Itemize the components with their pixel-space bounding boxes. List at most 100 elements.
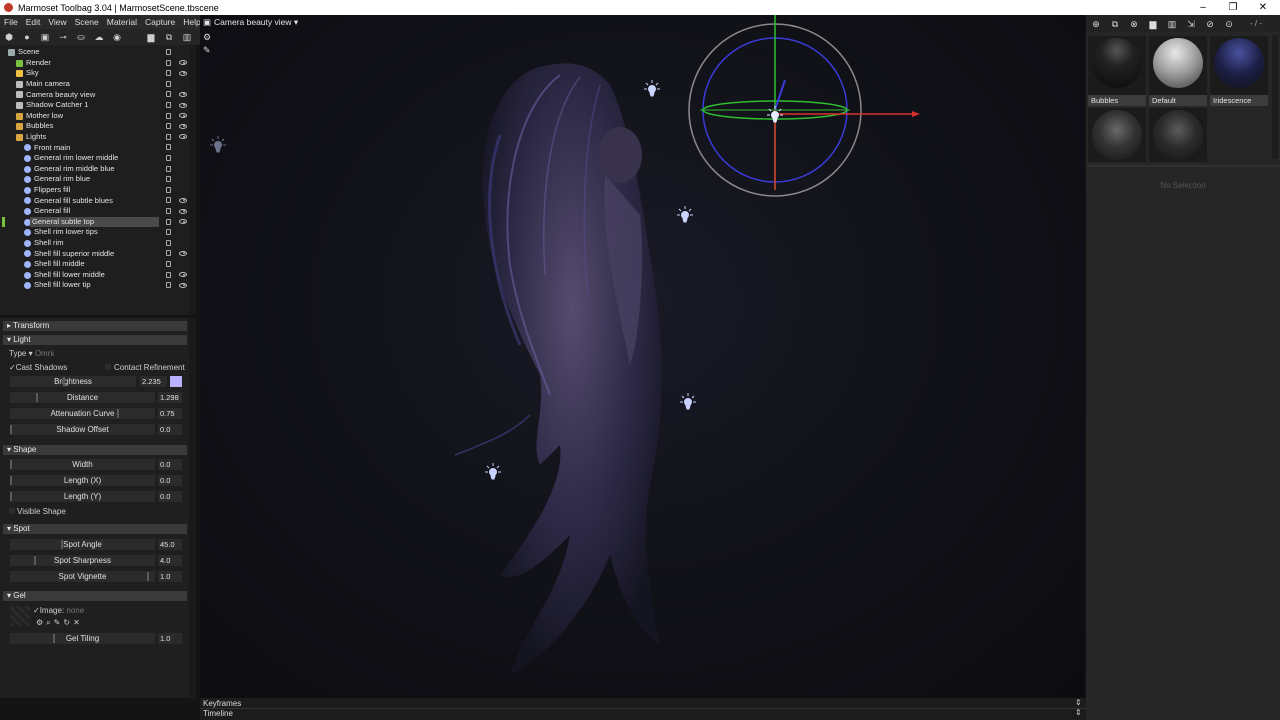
share-icon[interactable]: ⊙ <box>1223 18 1235 30</box>
outliner-item[interactable]: Bubbles <box>0 121 190 132</box>
material-scrollbar[interactable] <box>1272 35 1278 159</box>
slider-value[interactable]: 0.0 <box>158 459 182 470</box>
slider-knob[interactable] <box>10 425 12 434</box>
lock-icon[interactable] <box>166 155 171 161</box>
eye-icon[interactable] <box>179 113 187 119</box>
slider-value[interactable]: 0.75 <box>158 408 182 419</box>
outliner-item[interactable]: Lights <box>0 132 190 143</box>
lock-icon[interactable] <box>166 165 171 172</box>
section-light[interactable]: ▾ Light <box>3 335 187 345</box>
eye-icon[interactable] <box>179 282 187 288</box>
eye-icon[interactable] <box>179 123 187 129</box>
slider-value[interactable]: 0.0 <box>158 491 182 502</box>
menu-capture[interactable]: Capture <box>141 17 179 27</box>
outliner-item[interactable]: Shell fill lower tip <box>0 280 190 291</box>
outliner-item[interactable]: Shell fill lower middle <box>0 270 190 281</box>
lock-icon[interactable] <box>166 133 171 140</box>
material-bubbles[interactable]: Bubbles <box>1088 36 1146 106</box>
lock-icon[interactable] <box>166 91 171 98</box>
attenuation-curve-slider[interactable]: Attenuation Curve <box>10 408 155 419</box>
outliner-item[interactable]: General rim middle blue <box>0 164 190 175</box>
eye-icon[interactable] <box>179 208 187 214</box>
lock-icon[interactable] <box>166 282 171 289</box>
maximize-button[interactable]: ❐ <box>1218 0 1248 15</box>
outliner-item[interactable]: Main camera <box>0 79 190 90</box>
spot-vignette-slider[interactable]: Spot Vignette <box>10 571 155 582</box>
slider-knob[interactable] <box>34 556 37 565</box>
section-gel[interactable]: ▾ Gel <box>3 591 187 601</box>
slider-value[interactable]: 0.0 <box>158 475 182 486</box>
outliner-item[interactable]: General fill subtle blues <box>0 195 190 206</box>
compass-icon[interactable]: ⊘ <box>1204 18 1216 30</box>
lock-icon[interactable] <box>166 59 171 66</box>
light-bulb-icon[interactable] <box>680 393 696 410</box>
lock-icon[interactable] <box>166 197 171 204</box>
outliner-item[interactable]: General fill <box>0 206 190 217</box>
lock-icon[interactable] <box>166 250 171 257</box>
outliner-item[interactable]: Shell fill middle <box>0 259 190 270</box>
outliner-item[interactable]: General subtle top <box>0 216 190 228</box>
menu-file[interactable]: File <box>0 17 22 27</box>
spot-sharpness-slider[interactable]: Spot Sharpness <box>10 555 155 566</box>
transform-gizmo[interactable] <box>688 15 920 197</box>
lock-icon[interactable] <box>166 261 171 267</box>
eye-icon[interactable] <box>179 102 187 108</box>
folder-icon[interactable]: ▆ <box>1147 18 1159 30</box>
light-bulb-icon[interactable] <box>644 80 660 97</box>
gel-image-thumbnail[interactable] <box>10 606 30 626</box>
length-x-slider[interactable]: Length (X) <box>10 475 155 486</box>
outliner-item[interactable]: Shell fill superior middle <box>0 248 190 259</box>
minimize-button[interactable]: – <box>1188 0 1218 15</box>
outliner-item[interactable]: Shell rim <box>0 238 190 249</box>
outliner-item[interactable]: Shadow Catcher 1 <box>0 100 190 111</box>
gel-tiling-slider[interactable]: Gel Tiling <box>10 633 155 644</box>
light-color-swatch[interactable] <box>170 376 182 387</box>
eye-icon[interactable] <box>179 60 187 66</box>
material-iridescence[interactable]: Iridescence <box>1210 36 1268 106</box>
shadow-icon[interactable]: ⊸ <box>57 32 69 42</box>
light-bulb-icon[interactable] <box>210 136 226 153</box>
spot-angle-slider[interactable]: Spot Angle <box>10 539 155 550</box>
keyframes-tab[interactable]: Keyframes <box>203 699 241 708</box>
outliner-item[interactable]: Mother low <box>0 111 190 122</box>
slider-value[interactable]: 0.0 <box>158 424 182 435</box>
section-shape[interactable]: ▾ Shape <box>3 445 187 455</box>
cast-shadows-checkbox[interactable]: ✓Cast Shadows <box>9 363 67 372</box>
light-bulb-icon[interactable] <box>677 206 693 223</box>
gel-tiling-value[interactable]: 1.0 <box>158 633 182 644</box>
slider-knob[interactable] <box>117 409 120 418</box>
close-button[interactable]: ✕ <box>1248 0 1278 15</box>
light-bulb-icon[interactable] <box>485 463 501 480</box>
expand-timeline-icon[interactable]: ⇕ <box>1075 708 1082 717</box>
outliner-item[interactable]: Front main <box>0 142 190 153</box>
lock-icon[interactable] <box>166 112 171 119</box>
contact-refinement-checkbox[interactable]: Contact Refinement <box>105 363 185 372</box>
folder-icon[interactable]: ▆ <box>145 32 157 42</box>
refresh-icon[interactable]: ↻ <box>63 618 73 627</box>
slider-knob[interactable] <box>10 476 12 485</box>
properties-scrollbar[interactable] <box>189 318 196 698</box>
distance-slider[interactable]: Distance <box>10 392 155 403</box>
slider-knob[interactable] <box>35 393 38 402</box>
cube-icon[interactable]: ⬢ <box>3 32 15 42</box>
eye-icon[interactable] <box>179 219 187 225</box>
outliner-scrollbar[interactable] <box>189 45 196 315</box>
eyedropper-icon[interactable]: ✎ <box>54 618 64 627</box>
slider-value[interactable]: 2.235 <box>140 376 167 387</box>
slider-knob[interactable] <box>10 492 12 501</box>
slider-value[interactable]: 4.0 <box>158 555 182 566</box>
trash-icon[interactable]: ▥ <box>181 32 193 42</box>
lock-icon[interactable] <box>166 218 171 225</box>
lock-icon[interactable] <box>166 80 171 87</box>
pick-material-icon[interactable]: ⊗ <box>1128 18 1140 30</box>
slider-knob[interactable] <box>61 540 64 549</box>
trash-icon[interactable]: ▥ <box>1166 18 1178 30</box>
lock-icon[interactable] <box>166 144 171 151</box>
slider-knob[interactable] <box>62 377 65 386</box>
assign-material-icon[interactable]: ⇲ <box>1185 18 1197 30</box>
lock-icon[interactable] <box>166 271 171 278</box>
slider-value[interactable]: 45.0 <box>158 539 182 550</box>
duplicate-material-icon[interactable]: ⧉ <box>1109 18 1121 30</box>
slider-knob[interactable] <box>52 634 55 643</box>
eye-icon[interactable] <box>179 134 187 140</box>
